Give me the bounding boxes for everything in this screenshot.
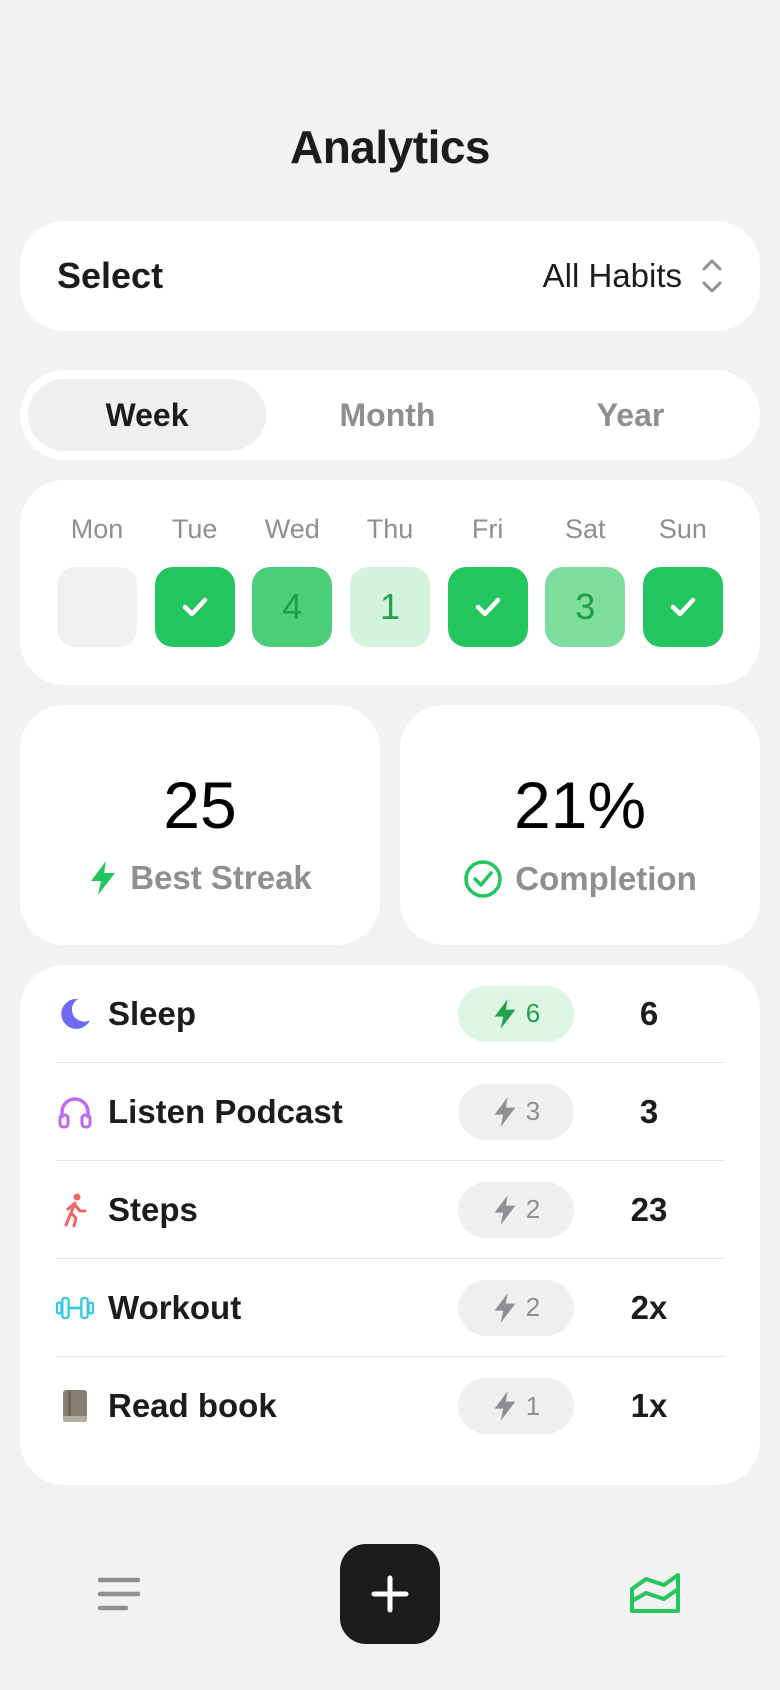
day-cell-mon[interactable] (57, 567, 137, 647)
best-streak-label: Best Streak (130, 859, 312, 896)
day-label-sat: Sat (565, 514, 606, 544)
habit-count: 2x (630, 1288, 668, 1326)
day-cell-tue[interactable] (154, 567, 235, 647)
list-item[interactable]: Steps 2 23 (56, 1161, 724, 1259)
checkmark-icon (475, 597, 500, 617)
moon-icon (56, 995, 94, 1033)
period-segmented-control: Week Month Year (20, 370, 760, 460)
streak-value: 3 (525, 1096, 541, 1126)
day-cell-sun[interactable] (642, 567, 723, 647)
dumbbell-icon (56, 1289, 94, 1327)
lightning-icon (91, 861, 116, 895)
list-item[interactable]: Workout 2 2x (56, 1259, 724, 1357)
habit-count: 1x (630, 1387, 668, 1424)
add-habit-button[interactable] (340, 1544, 440, 1644)
check-circle-icon (464, 860, 502, 898)
streak-value: 6 (525, 998, 541, 1028)
completion-label: Completion (515, 860, 697, 897)
page-title: Analytics (289, 121, 491, 173)
chevron-updown-icon (702, 259, 722, 293)
day-cell-fri[interactable] (447, 567, 528, 647)
day-cell-thu[interactable]: 1 (349, 567, 430, 647)
day-cell-sat[interactable]: 3 (545, 567, 626, 647)
lightning-icon (494, 1292, 516, 1323)
select-label: Select (57, 255, 164, 296)
streak-value: 2 (525, 1292, 541, 1322)
day-cell-wed[interactable]: 4 (252, 567, 333, 647)
day-label-tue: Tue (171, 514, 218, 544)
completion-card: 21% Completion (400, 705, 760, 945)
list-item[interactable]: Listen Podcast 3 3 (56, 1063, 724, 1161)
tab-month[interactable]: Month (266, 379, 509, 451)
habit-name: Read book (108, 1387, 277, 1424)
streak-badge: 2 (458, 1279, 574, 1336)
lightning-icon (494, 1096, 516, 1127)
habit-name: Steps (108, 1190, 198, 1228)
list-item[interactable]: Sleep 6 6 (56, 965, 724, 1063)
habit-count: 6 (639, 994, 659, 1032)
streak-value: 1 (525, 1390, 541, 1421)
habit-name: Sleep (108, 994, 197, 1032)
book-icon (56, 1387, 94, 1425)
day-label-sun: Sun (658, 514, 707, 544)
streak-badge: 2 (458, 1181, 574, 1238)
streak-badge: 1 (458, 1378, 574, 1434)
habit-list: Sleep 6 6 Listen Podcast 3 3 Steps 2 23 (20, 965, 760, 1485)
tab-week[interactable]: Week (28, 379, 266, 451)
lightning-icon (494, 1194, 516, 1225)
checkmark-icon (670, 597, 696, 617)
menu-icon[interactable] (98, 1574, 140, 1614)
plus-icon (371, 1575, 409, 1613)
best-streak-card: 25 Best Streak (20, 705, 380, 945)
list-item[interactable]: Read book 1 1x (56, 1357, 724, 1455)
week-calendar: Mon Tue Wed Thu Fri Sat Sun 4 1 3 (20, 480, 760, 685)
habit-name: Workout (108, 1288, 242, 1326)
lightning-icon (494, 1391, 516, 1421)
headphones-icon (56, 1093, 94, 1131)
tab-year[interactable]: Year (509, 379, 752, 451)
streak-badge: 6 (458, 985, 574, 1042)
day-label-thu: Thu (366, 514, 414, 544)
habit-count: 3 (639, 1092, 659, 1130)
checkmark-icon (182, 597, 207, 617)
best-streak-value: 25 (163, 768, 237, 842)
day-label-mon: Mon (70, 514, 124, 544)
streak-value: 2 (525, 1194, 541, 1224)
habit-count: 23 (630, 1190, 668, 1228)
completion-value: 21% (513, 768, 647, 842)
habit-name: Listen Podcast (108, 1092, 343, 1130)
select-value: All Habits (542, 257, 682, 294)
streak-badge: 3 (458, 1083, 574, 1140)
day-label-wed: Wed (264, 514, 320, 544)
habit-select[interactable]: Select All Habits (20, 221, 760, 331)
lightning-icon (494, 998, 516, 1029)
day-label-fri: Fri (471, 514, 504, 544)
analytics-chart-icon[interactable] (628, 1571, 682, 1615)
walking-icon (56, 1191, 94, 1229)
